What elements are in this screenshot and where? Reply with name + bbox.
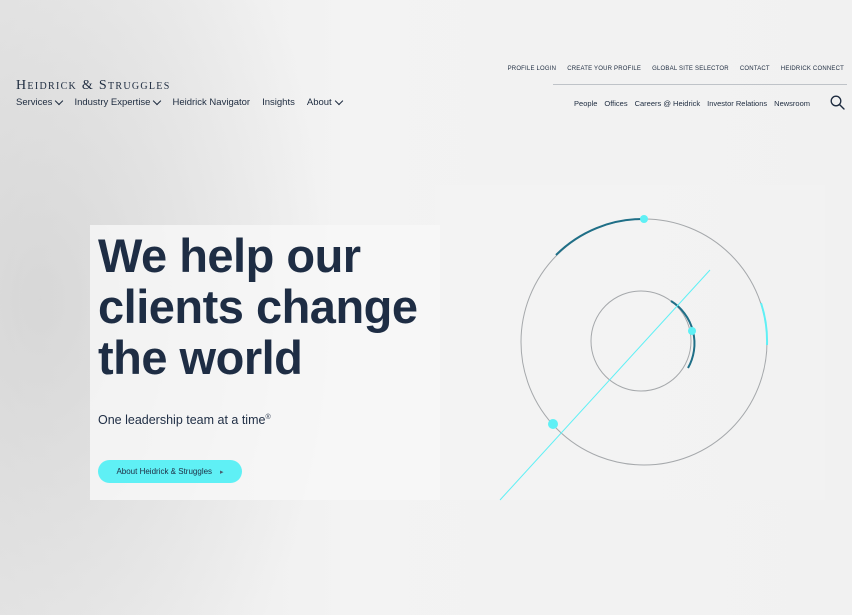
dot-top (640, 215, 648, 223)
nav-label: Insights (262, 97, 295, 108)
inner-ring (590, 290, 692, 392)
nav-label: Services (16, 97, 53, 108)
careers-link[interactable]: Careers @ Heidrick (635, 99, 701, 108)
people-link[interactable]: People (574, 99, 597, 108)
global-site-selector-link[interactable]: GLOBAL SITE SELECTOR (652, 66, 729, 72)
chevron-down-icon (334, 96, 343, 106)
chevron-down-icon (55, 96, 64, 106)
nav-label: About (306, 97, 332, 108)
create-profile-link[interactable]: CREATE YOUR PROFILE (567, 66, 641, 72)
about-cta-button[interactable]: About Heidrick & Struggles ▸ (98, 460, 242, 483)
main-nav: Services Industry Expertise Heidrick Nav… (16, 96, 354, 108)
nav-label: Heidrick Navigator (172, 97, 251, 108)
nav-item-insights[interactable]: Insights (262, 97, 295, 108)
nav-label: Industry Expertise (74, 97, 151, 108)
search-icon[interactable] (830, 95, 845, 110)
headline-line: the world (98, 331, 303, 384)
chevron-down-icon (153, 96, 162, 106)
dot-inner (688, 327, 696, 335)
diagonal-line (499, 269, 711, 501)
nav-item-heidrick-navigator[interactable]: Heidrick Navigator (172, 97, 250, 108)
dot-lower (548, 419, 558, 429)
arrow-right-icon: ▸ (220, 468, 224, 476)
tagline-text: One leadership team at a time (98, 413, 266, 427)
hero-headline: We help our clients change the world (98, 230, 458, 383)
headline-line: clients change (98, 280, 418, 333)
contact-link[interactable]: CONTACT (740, 66, 770, 72)
heidrick-connect-link[interactable]: HEIDRICK CONNECT (781, 66, 844, 72)
registered-mark: ® (265, 413, 271, 421)
outer-arc-light (760, 302, 769, 346)
nav-divider (553, 84, 847, 85)
newsroom-link[interactable]: Newsroom (774, 99, 810, 108)
headline-line: We help our (98, 229, 361, 282)
nav-item-about[interactable]: About (306, 96, 343, 108)
nav-item-industry-expertise[interactable]: Industry Expertise (74, 96, 162, 108)
hero-tagline: One leadership team at a time® (98, 413, 271, 427)
offices-link[interactable]: Offices (604, 99, 627, 108)
secondary-nav: People Offices Careers @ Heidrick Invest… (567, 99, 810, 108)
nav-item-services[interactable]: Services (16, 96, 64, 108)
site-logo[interactable]: Heidrick & Struggles (16, 78, 171, 94)
outer-arc-dark (555, 217, 645, 256)
cta-label: About Heidrick & Struggles (116, 467, 213, 476)
hero-rings-graphic (499, 215, 769, 501)
utility-nav: PROFILE LOGIN CREATE YOUR PROFILE GLOBAL… (497, 66, 844, 72)
investor-relations-link[interactable]: Investor Relations (707, 99, 767, 108)
profile-login-link[interactable]: PROFILE LOGIN (508, 66, 557, 72)
